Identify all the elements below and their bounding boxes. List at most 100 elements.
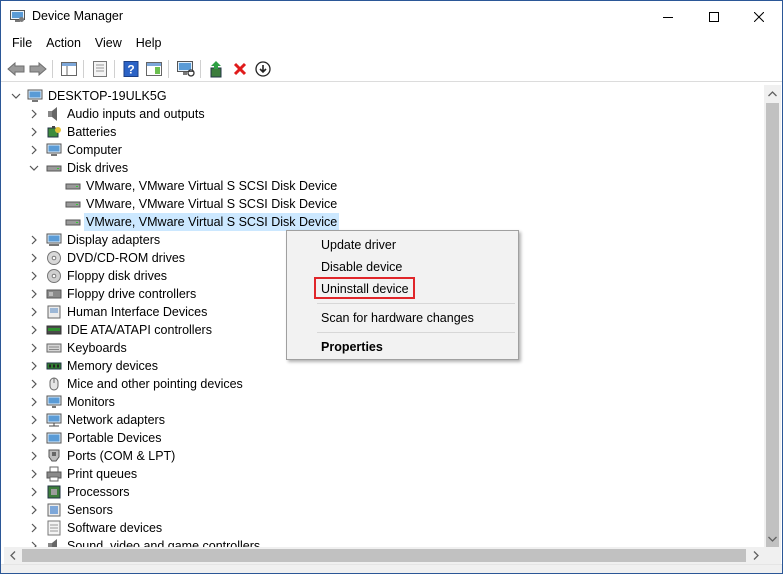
collapse-chevron-icon[interactable] — [10, 90, 22, 102]
expand-chevron-icon[interactable] — [28, 288, 40, 300]
forward-button[interactable] — [28, 59, 48, 79]
tree-child-label: VMware, VMware Virtual S SCSI Disk Devic… — [86, 197, 338, 211]
menu-separator — [317, 332, 515, 333]
close-button[interactable] — [736, 1, 782, 33]
tree-item-disk-drives[interactable]: Disk drives — [4, 159, 764, 177]
action-pane-button[interactable] — [144, 59, 164, 79]
tree-item[interactable]: Print queues — [4, 465, 764, 483]
expand-chevron-icon[interactable] — [28, 450, 40, 462]
portable-device-icon — [46, 432, 62, 444]
tree-child-item[interactable]: VMware, VMware Virtual S SCSI Disk Devic… — [4, 195, 764, 213]
menu-item-properties[interactable]: Properties — [321, 337, 383, 357]
expand-chevron-icon[interactable] — [28, 342, 40, 354]
uninstall-x-icon — [233, 62, 247, 76]
disk-drive-icon — [65, 219, 81, 226]
expand-chevron-icon[interactable] — [28, 306, 40, 318]
scan-hardware-icon — [177, 61, 195, 77]
expand-chevron-icon[interactable] — [28, 378, 40, 390]
sensor-icon — [47, 503, 61, 517]
disk-drive-icon — [46, 165, 62, 172]
expand-chevron-icon[interactable] — [28, 360, 40, 372]
close-icon — [754, 12, 764, 22]
display-adapter-icon — [46, 233, 62, 246]
properties-button[interactable] — [90, 59, 110, 79]
disable-device-button[interactable] — [253, 59, 273, 79]
expand-chevron-icon[interactable] — [28, 432, 40, 444]
tree-item[interactable]: Software devices — [4, 519, 764, 537]
tree-item[interactable]: Portable Devices — [4, 429, 764, 447]
computer-icon — [27, 89, 43, 102]
menu-file[interactable]: File — [5, 33, 39, 54]
software-device-icon — [47, 520, 61, 536]
tree-child-item[interactable]: VMware, VMware Virtual S SCSI Disk Devic… — [4, 177, 764, 195]
expand-chevron-icon[interactable] — [28, 486, 40, 498]
tree-item-label: Software devices — [67, 521, 163, 535]
scroll-down-button[interactable] — [764, 530, 781, 547]
expand-chevron-icon[interactable] — [28, 540, 40, 547]
tree-item-label: Floppy drive controllers — [67, 287, 197, 301]
tree-item-label: Mice and other pointing devices — [67, 377, 243, 391]
back-button[interactable] — [6, 59, 26, 79]
update-driver-button[interactable] — [207, 59, 227, 79]
speaker-icon — [48, 107, 57, 121]
maximize-button[interactable] — [691, 1, 737, 33]
expand-chevron-icon[interactable] — [28, 414, 40, 426]
tree-item[interactable]: Mice and other pointing devices — [4, 375, 764, 393]
tree-item[interactable]: Sound, video and game controllers — [4, 537, 764, 547]
tree-item[interactable]: Network adapters — [4, 411, 764, 429]
expand-chevron-icon[interactable] — [28, 396, 40, 408]
menu-view[interactable]: View — [88, 33, 129, 54]
vertical-scroll-thumb[interactable] — [766, 103, 779, 555]
expand-chevron-icon[interactable] — [28, 234, 40, 246]
uninstall-device-button[interactable] — [230, 59, 250, 79]
expand-chevron-icon[interactable] — [28, 126, 40, 138]
scan-hardware-button[interactable] — [176, 59, 196, 79]
expand-chevron-icon[interactable] — [28, 108, 40, 120]
tree-child-item-selected[interactable]: VMware, VMware Virtual S SCSI Disk Devic… — [4, 213, 764, 231]
tree-item-label: Display adapters — [67, 233, 161, 247]
expand-chevron-icon[interactable] — [28, 252, 40, 264]
expand-chevron-icon[interactable] — [28, 324, 40, 336]
menu-item-disable-device[interactable]: Disable device — [321, 257, 402, 277]
expand-chevron-icon[interactable] — [28, 144, 40, 156]
scroll-right-button[interactable] — [747, 547, 764, 564]
vertical-scrollbar[interactable] — [764, 85, 781, 555]
menu-item-update-driver[interactable]: Update driver — [321, 235, 396, 255]
show-hide-console-tree-button[interactable] — [59, 59, 79, 79]
tree-item-label: Audio inputs and outputs — [67, 107, 205, 121]
tree-root[interactable]: DESKTOP-19ULK5G — [4, 87, 764, 105]
scroll-left-button[interactable] — [4, 547, 21, 564]
horizontal-scroll-thumb[interactable] — [22, 549, 746, 562]
tree-item[interactable]: Monitors — [4, 393, 764, 411]
horizontal-scrollbar[interactable] — [4, 547, 764, 564]
tree-item[interactable]: Processors — [4, 483, 764, 501]
expand-chevron-icon[interactable] — [28, 504, 40, 516]
title-bar: Device Manager — [1, 1, 782, 33]
menu-item-scan-hardware[interactable]: Scan for hardware changes — [321, 308, 474, 328]
toolbar-separator — [83, 60, 84, 78]
device-manager-window: Device Manager File Action View Help ? D… — [0, 0, 783, 574]
tree-item[interactable]: Audio inputs and outputs — [4, 105, 764, 123]
svg-text:?: ? — [127, 63, 134, 77]
menu-help[interactable]: Help — [129, 33, 169, 54]
tree-item[interactable]: Computer — [4, 141, 764, 159]
expand-chevron-icon[interactable] — [28, 468, 40, 480]
menu-action[interactable]: Action — [39, 33, 88, 54]
expand-chevron-icon[interactable] — [28, 270, 40, 282]
tree-item-label: Disk drives — [67, 161, 129, 175]
tree-item[interactable]: Ports (COM & LPT) — [4, 447, 764, 465]
minimize-button[interactable] — [645, 1, 691, 33]
uninstall-highlight-box — [314, 277, 415, 299]
tree-item-label: IDE ATA/ATAPI controllers — [67, 323, 212, 337]
tree-item[interactable]: Sensors — [4, 501, 764, 519]
expand-chevron-icon[interactable] — [28, 522, 40, 534]
tree-item[interactable]: Batteries — [4, 123, 764, 141]
help-button[interactable]: ? — [121, 59, 141, 79]
collapse-chevron-icon[interactable] — [28, 162, 40, 174]
tree-item-label: DVD/CD-ROM drives — [67, 251, 186, 265]
floppy-disk-icon — [47, 269, 61, 283]
help-icon: ? — [123, 61, 139, 77]
forward-arrow-icon — [29, 62, 47, 76]
tree-item-label: Human Interface Devices — [67, 305, 208, 319]
scroll-up-button[interactable] — [764, 85, 781, 102]
